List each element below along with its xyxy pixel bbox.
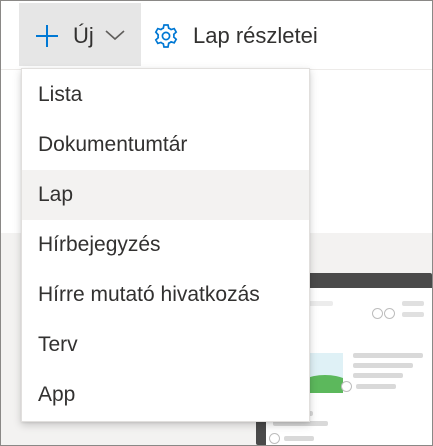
menu-item-page[interactable]: Lap xyxy=(22,170,309,220)
gear-icon xyxy=(154,24,178,48)
preview-line xyxy=(402,301,424,306)
menu-item-list[interactable]: Lista xyxy=(22,70,309,120)
preview-dot xyxy=(372,308,383,319)
preview-line xyxy=(284,436,314,441)
app-window: Új Lap részletei Lista Dokumentumtár Lap xyxy=(0,0,433,446)
plus-icon xyxy=(36,25,58,47)
menu-item-news-link[interactable]: Hírre mutató hivatkozás xyxy=(22,270,309,320)
menu-item-app[interactable]: App xyxy=(22,370,309,420)
new-dropdown-menu: Lista Dokumentumtár Lap Hírbejegyzés Hír… xyxy=(21,68,310,422)
menu-item-label: Hírre mutató hivatkozás xyxy=(38,283,260,306)
menu-item-label: Lista xyxy=(38,83,83,106)
menu-item-label: Lap xyxy=(38,183,74,206)
preview-line xyxy=(356,384,396,389)
chevron-down-icon xyxy=(105,30,125,41)
menu-item-label: Hírbejegyzés xyxy=(38,233,161,256)
menu-item-label: Terv xyxy=(38,333,78,356)
preview-line xyxy=(353,373,403,378)
menu-item-news-post[interactable]: Hírbejegyzés xyxy=(22,220,309,270)
command-bar: Új Lap részletei xyxy=(1,1,432,70)
preview-dot xyxy=(384,308,395,319)
menu-item-label: App xyxy=(38,383,76,406)
page-details-button[interactable]: Lap részletei xyxy=(153,3,328,66)
menu-item-document-library[interactable]: Dokumentumtár xyxy=(22,120,309,170)
preview-line xyxy=(402,312,424,317)
new-button[interactable]: Új xyxy=(19,3,141,66)
preview-line xyxy=(353,363,413,368)
page-details-label: Lap részletei xyxy=(193,23,318,48)
preview-avatar xyxy=(269,433,280,444)
menu-item-plan[interactable]: Terv xyxy=(22,320,309,370)
new-button-label: Új xyxy=(73,23,94,48)
preview-avatar xyxy=(341,381,352,392)
preview-line xyxy=(353,353,423,358)
menu-item-label: Dokumentumtár xyxy=(38,133,188,156)
